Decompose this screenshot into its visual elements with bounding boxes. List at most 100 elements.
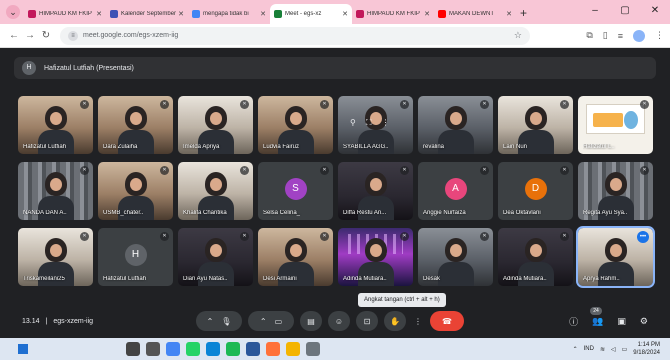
participant-tile[interactable]: ✕ Imelda Apriya [178,96,253,154]
settings-icon[interactable] [306,342,320,356]
minimize-button[interactable]: – [580,0,610,24]
wifi-icon[interactable]: ≋ [600,346,605,353]
more-options-button[interactable]: ⋮ [412,311,424,331]
leave-call-button[interactable]: ☎ [430,311,464,331]
forward-arrow-icon[interactable]: → [22,30,38,41]
participant-tile[interactable]: ✕ Desak [418,228,493,286]
fullscreen-icon[interactable]: ⛶ [366,118,372,128]
task-view-icon[interactable] [146,342,160,356]
browser-tab[interactable]: mengapa tidak bi ✕ [188,4,270,24]
participant-video-face [124,172,147,196]
taskbar-clock[interactable]: 1:14 PM 9/18/2024 [633,341,660,357]
sidebar-icon[interactable]: ▯ [603,30,608,41]
tab-close-icon[interactable]: ✕ [506,10,512,18]
browser-tab[interactable]: Kalender September ✕ [106,4,188,24]
participant-video-body [197,262,234,286]
participant-tile[interactable]: A ✕ Anggie Nurfaiza [418,162,493,220]
presentation-banner[interactable]: H Hafizatul Lutfiah (Presentasi) [14,57,656,79]
emoji-reactions-button[interactable]: ☺ [328,311,350,331]
participant-tile[interactable]: ✕ revalina [418,96,493,154]
profile-avatar[interactable] [633,29,645,42]
site-info-icon[interactable]: ≡ [68,30,78,41]
browser-tab[interactable]: HIMPAUD KM FKIP ✕ [352,4,434,24]
participant-tile[interactable]: ✕ USMB_chater.. [98,162,173,220]
people-button[interactable]: 24 👥 [590,306,603,327]
word-icon[interactable] [246,342,260,356]
pin-icon[interactable]: ⚲ [350,118,356,128]
meeting-details-icon[interactable]: ⓘ [569,315,578,328]
extensions-icon[interactable]: ⧉ [586,30,592,41]
participant-tile[interactable]: ✕ Regita Ayu Sya.. [578,162,653,220]
tray-chevron-icon[interactable]: ⌃ [573,346,578,353]
participant-tile[interactable]: D ✕ Dea Oktavlani [498,162,573,220]
participant-tile[interactable]: ✕ Triskameilani25 [18,228,93,286]
browser-tab[interactable]: HIMPAUD KM FKIP ✕ [24,4,106,24]
participant-tile[interactable]: ✕ Lain Nun [498,96,573,154]
participant-tile[interactable]: ✕ Adinda Mutiara.. [338,228,413,286]
language-indicator[interactable]: IND [584,346,594,352]
url-text: meet.google.com/egs-xzem-iig [83,32,179,39]
participant-tile[interactable]: ✕ Diffa Restu An... [338,162,413,220]
raise-hand-button[interactable]: ✋ [384,311,406,331]
chevron-up-icon[interactable]: ⌃ [260,317,267,326]
close-window-button[interactable]: ✕ [640,0,670,24]
bookmark-star-icon[interactable]: ☆ [514,30,522,41]
windows-start-icon[interactable] [18,344,28,354]
back-arrow-icon[interactable]: ← [6,30,22,41]
url-input[interactable]: ≡ meet.google.com/egs-xzem-iig ☆ [60,26,530,45]
participant-tile[interactable]: ✕ Desi Armaini [258,228,333,286]
participant-tile[interactable]: ••• Aprya Rahm.. [576,226,655,288]
chevron-up-icon[interactable]: ⌃ [207,317,214,326]
participant-tile[interactable]: ✕ Hafizatul L.. [578,96,653,154]
reload-icon[interactable]: ↻ [38,30,54,41]
participant-tile[interactable]: S ✕ Selsa Celina_ [258,162,333,220]
firefox-icon[interactable] [266,342,280,356]
participant-tile[interactable]: ⚲ ⛶ ⋮ ✕ SYABILLA AGG.. [338,96,413,154]
activities-icon[interactable]: ⚙ [640,316,648,327]
browser-tab[interactable]: MAKAN DEWNT ✕ [434,4,516,24]
tab-close-icon[interactable]: ✕ [424,10,430,18]
more-vertical-icon[interactable]: ⋮ [381,118,389,128]
chat-icon[interactable]: ▣ [617,316,626,327]
participant-tile[interactable]: ✕ Ludvia Fairuz [258,96,333,154]
battery-icon[interactable]: ▭ [622,346,628,353]
participant-tile[interactable]: ✕ Dara Zulaiha [98,96,173,154]
volume-icon[interactable]: ◁ [611,346,616,353]
edge-icon[interactable] [206,342,220,356]
emoji-icon: ☺ [334,316,344,326]
microphone-button[interactable]: ⌃ 🎙 [196,311,242,331]
participant-tile[interactable]: ✕ Hafizatul Lutfiah [18,96,93,154]
maximize-button[interactable]: ▢ [610,0,640,24]
participant-video-face [364,238,387,262]
files-icon[interactable] [286,342,300,356]
tab-close-icon[interactable]: ✕ [96,10,102,18]
participant-tile[interactable]: H ✕ Hafizatul Lutfiah [98,228,173,286]
camera-button[interactable]: ⌃ ▭ [248,311,294,331]
tab-favicon-icon [274,10,282,18]
new-tab-button[interactable]: + [520,6,527,20]
browser-menu-icon[interactable]: ⋮ [655,30,664,41]
present-now-button[interactable]: ⊡ [356,311,378,331]
participant-video-body [37,262,74,286]
search-taskbar-icon[interactable] [126,342,140,356]
tab-close-icon[interactable]: ✕ [178,10,184,18]
participant-tile[interactable]: ✕ Khalifa Chantika [178,162,253,220]
tab-close-icon[interactable]: ✕ [342,10,348,18]
participant-tile[interactable]: ✕ Dian Ayu Natas.. [178,228,253,286]
more-vertical-icon: ⋮ [414,316,422,326]
participant-video-face [444,106,467,130]
tab-close-icon[interactable]: ✕ [260,10,266,18]
browser-tab[interactable]: Meet - egs-xz ✕ [270,4,352,24]
captions-button[interactable]: ▤ [300,311,322,331]
tile-more-options-icon[interactable]: ••• [637,231,649,243]
whatsapp-icon[interactable] [186,342,200,356]
participant-name: NANDA DAN A.. [23,210,67,216]
tab-search-icon[interactable]: ⌄ [6,5,20,19]
chrome-icon[interactable] [166,342,180,356]
participant-name: Regita Ayu Sya.. [583,210,628,216]
participant-tile[interactable]: ✕ NANDA DAN A.. [18,162,93,220]
spotify-icon[interactable] [226,342,240,356]
reading-list-icon[interactable]: ≡ [618,31,623,41]
participant-tile[interactable]: ✕ Adinda Mutiara.. [498,228,573,286]
participant-video-body [597,196,634,220]
